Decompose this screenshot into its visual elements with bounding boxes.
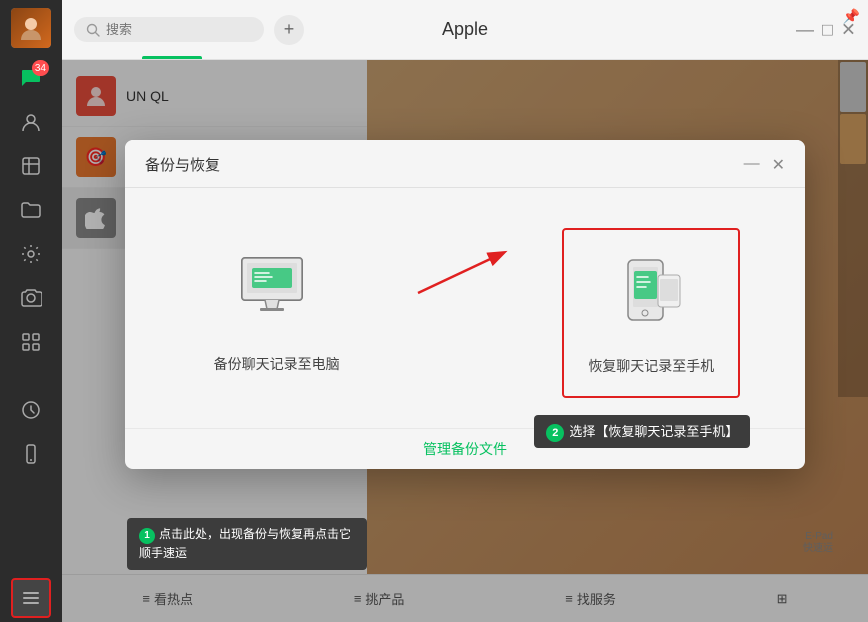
minimize-button[interactable]: — (796, 19, 814, 40)
camera-nav-item[interactable] (11, 278, 51, 318)
window-title: Apple (442, 19, 488, 40)
tooltip-1-text: 点击此处，出现备份与恢复再点击它顺手速运 (139, 527, 351, 560)
restore-phone-label: 恢复聊天记录至手机 (588, 356, 714, 376)
dialog-close[interactable]: ✕ (772, 155, 785, 175)
restore-to-phone-option[interactable]: 恢复聊天记录至手机 2选择【恢复聊天记录至手机】 (562, 228, 740, 398)
right-arrow (413, 248, 513, 298)
folder-nav-item[interactable] (11, 190, 51, 230)
search-input[interactable] (106, 22, 246, 37)
tooltip-2-badge: 2 (546, 424, 564, 442)
add-button[interactable]: + (274, 15, 304, 45)
user-avatar[interactable] (11, 8, 51, 48)
top-bar: + Apple 📌 — □ ✕ (62, 0, 868, 60)
backup-to-pc-option[interactable]: 备份聊天记录至电脑 (190, 228, 364, 394)
dialog-title-bar: 备份与恢复 — ✕ (125, 140, 805, 188)
restore-button[interactable]: □ (822, 19, 833, 40)
tooltip-1-badge: 1 (139, 528, 155, 544)
sidebar: 34 (0, 0, 62, 622)
dialog-minimize[interactable]: — (744, 155, 760, 175)
dialog-body: 备份聊天记录至电脑 (125, 188, 805, 428)
chat-badge: 34 (32, 60, 49, 76)
backup-dialog: 备份与恢复 — ✕ (125, 140, 805, 469)
tooltip-2-text: 选择【恢复聊天记录至手机】 (569, 424, 738, 439)
tooltip-1: 1点击此处，出现备份与恢复再点击它顺手速运 (127, 518, 367, 570)
chat-nav-item[interactable]: 34 (11, 58, 51, 98)
clock-nav-item[interactable] (11, 390, 51, 430)
restore-phone-icon (606, 250, 696, 340)
dialog-controls: — ✕ (744, 155, 785, 175)
mobile-nav-item[interactable] (11, 434, 51, 474)
close-button[interactable]: ✕ (841, 19, 856, 40)
main-area: + Apple 📌 — □ ✕ (62, 0, 868, 622)
search-icon (86, 23, 100, 37)
settings-nav-item[interactable] (11, 234, 51, 274)
backup-pc-icon (232, 248, 322, 338)
dialog-title: 备份与恢复 (145, 154, 220, 175)
window-controls: — □ ✕ (796, 19, 856, 40)
apps-nav-item[interactable] (11, 322, 51, 362)
hamburger-menu[interactable] (11, 578, 51, 618)
box-nav-item[interactable] (11, 146, 51, 186)
search-box[interactable] (74, 17, 264, 42)
backup-pc-label: 备份聊天记录至电脑 (214, 354, 340, 374)
tooltip-2: 2 选择【恢复聊天记录至手机】 (534, 415, 750, 448)
contacts-nav-item[interactable] (11, 102, 51, 142)
arrow-area (413, 248, 513, 298)
